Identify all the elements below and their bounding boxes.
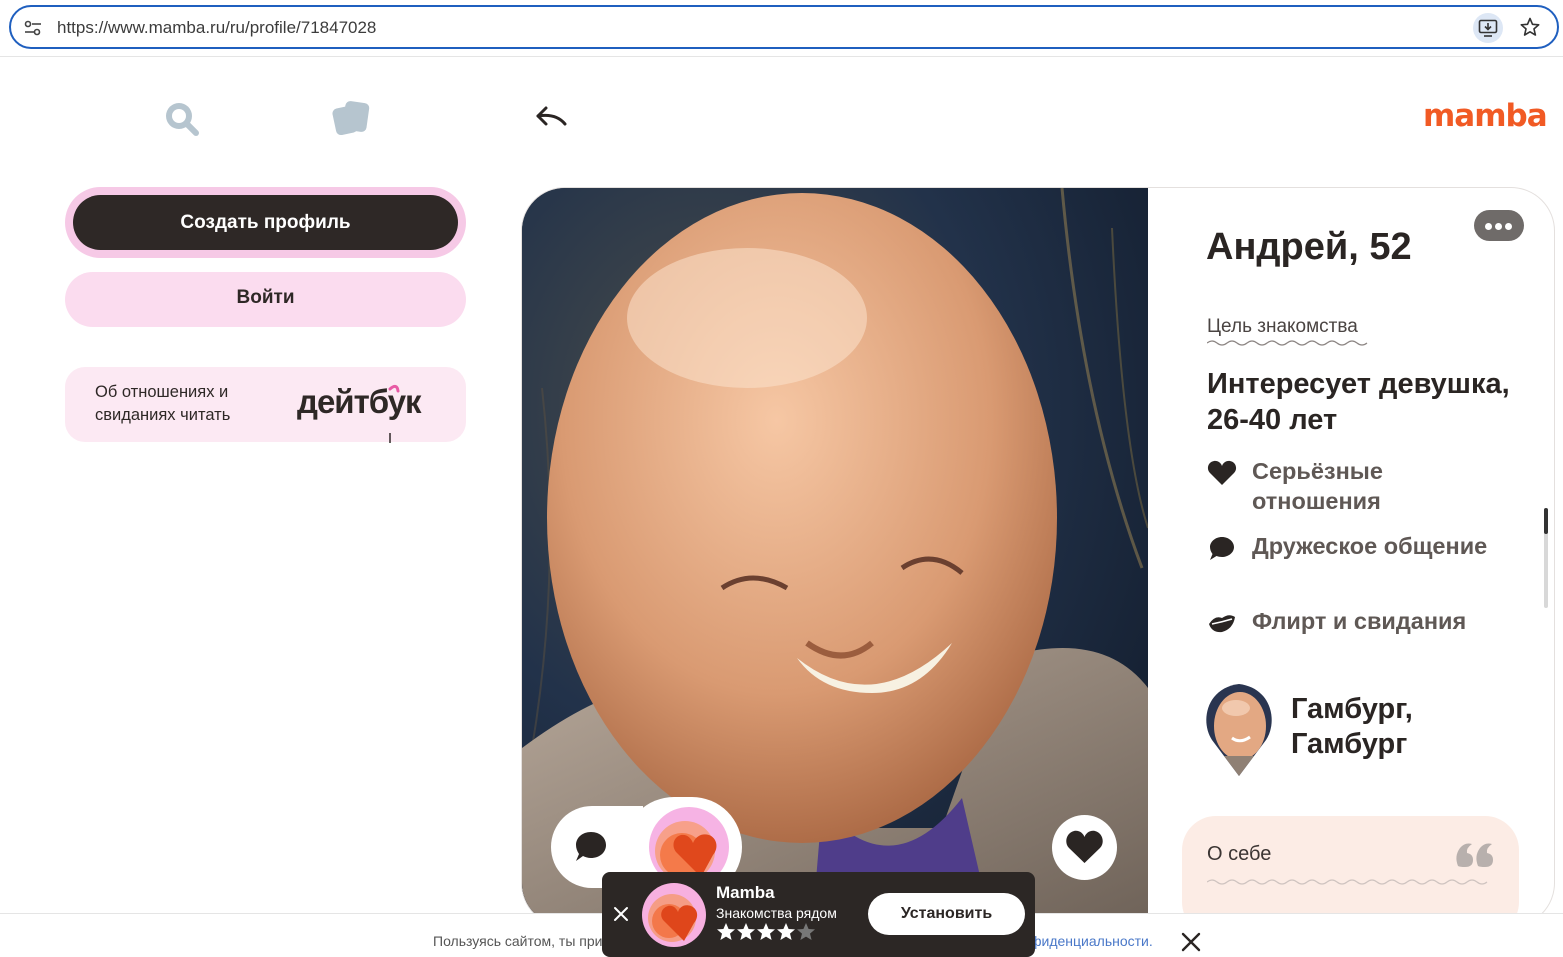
close-icon[interactable] [613,906,629,922]
flamingo-icon [388,384,400,443]
cookie-text: Пользуясь сайтом, ты при [433,933,603,949]
interest-text: Интересует девушка, 26-40 лет [1207,368,1510,436]
wave-underline [1207,340,1368,346]
login-button[interactable]: Войти [65,272,466,327]
install-app-button[interactable] [1473,13,1503,43]
close-icon[interactable] [1180,931,1202,953]
heart-icon [1207,460,1237,485]
app-install-banner: Mamba Знакомства рядом Установить [602,872,1035,957]
privacy-link[interactable]: фиденциальности. [1030,933,1153,949]
bookmark-star-icon[interactable] [1519,16,1541,38]
install-app-icon [1478,19,1498,37]
search-icon[interactable] [162,99,200,137]
app-subtitle: Знакомства рядом [716,905,837,921]
goal-label-friendship: Дружеское общение [1252,533,1488,559]
profile-name-age: Андрей, 52 [1206,226,1412,268]
mamba-logo[interactable]: mamba [1423,98,1548,134]
install-button[interactable]: Установить [868,893,1025,935]
rating-stars [717,923,815,940]
datebook-banner[interactable]: Об отношениях и свиданиях читать дейтбук [65,367,466,443]
goal-label-serious: Серьёзные отношения [1252,458,1383,514]
tune-icon[interactable] [23,18,43,38]
chat-icon [576,832,606,861]
create-profile-wrapper: Создать профиль [65,187,466,258]
mamba-app-icon [642,883,706,947]
quote-icon [1456,843,1493,867]
location-avatar-pin [1206,684,1272,776]
wave-underline [1207,879,1488,885]
like-heart-icon [1066,830,1103,863]
cards-icon[interactable] [331,100,371,136]
goal-label: Цель знакомства [1207,316,1358,337]
more-options-button[interactable] [1474,210,1524,241]
datebook-text: Об отношениях и свиданиях читать [95,383,231,424]
more-dot [1485,223,1492,230]
more-dot [1505,223,1512,230]
back-arrow-icon[interactable] [534,104,568,130]
divider [0,56,1563,57]
goal-label-flirt: Флирт и свидания [1252,608,1467,634]
location-text: Гамбург, Гамбург [1291,693,1413,760]
more-dot [1495,223,1502,230]
app-name: Mamba [716,883,775,902]
like-button[interactable] [1052,815,1117,880]
chat-bubble-icon [1210,537,1234,560]
create-profile-button[interactable]: Создать профиль [73,195,458,250]
datebook-logo: дейтбук [297,383,422,420]
about-label: О себе [1207,843,1272,865]
url-text[interactable]: https://www.mamba.ru/ru/profile/71847028 [57,18,376,38]
address-bar[interactable]: https://www.mamba.ru/ru/profile/71847028 [9,5,1559,49]
scrollbar-thumb[interactable] [1544,508,1548,534]
lips-icon [1209,615,1235,633]
